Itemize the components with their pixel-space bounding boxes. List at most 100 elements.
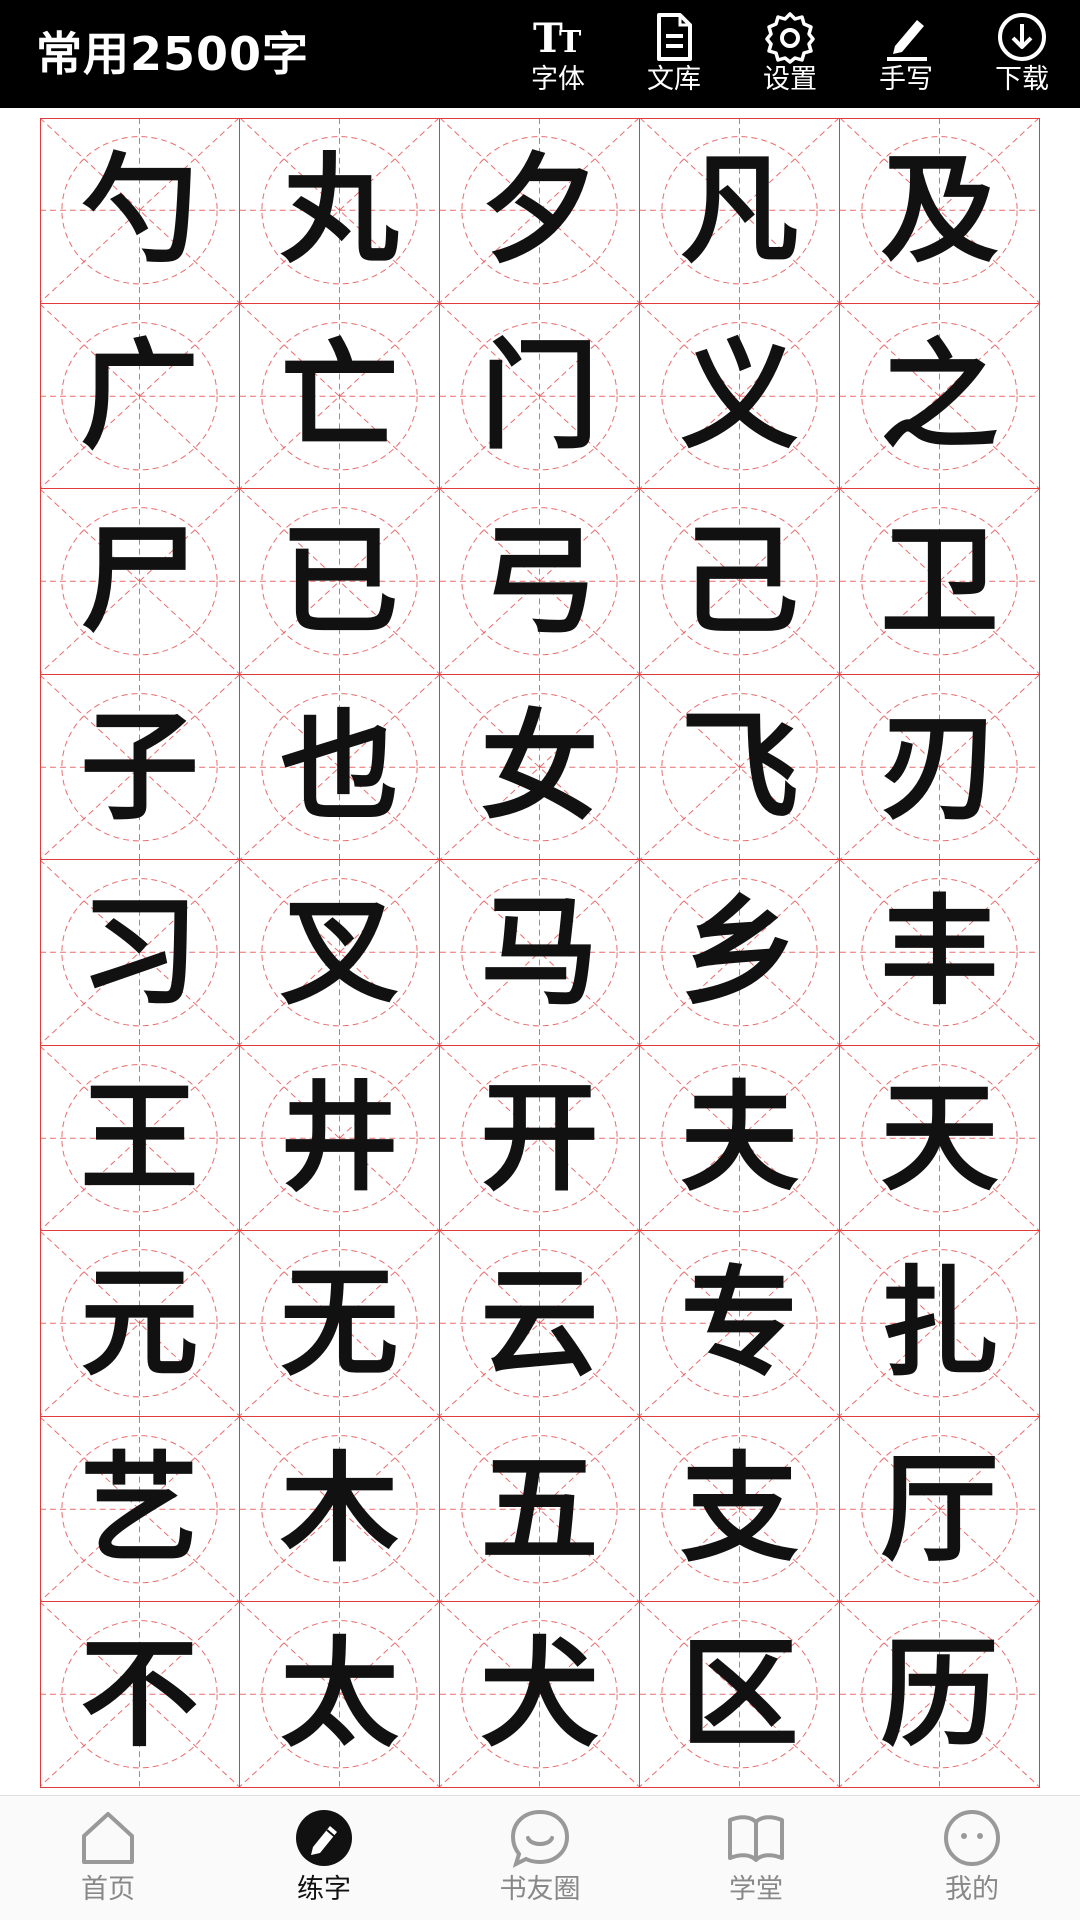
nav-home[interactable]: 首页 xyxy=(0,1796,216,1920)
practice-cell[interactable]: 厅 xyxy=(840,1416,1040,1602)
practice-grid: 勺丸夕凡及广亡门义之尸已弓己卫子也女飞刃习叉马乡丰王井开夫天元无云专扎艺木五支厅… xyxy=(40,118,1040,1788)
nav-friends[interactable]: 书友圈 xyxy=(432,1796,648,1920)
practice-character: 乡 xyxy=(680,882,799,1022)
practice-cell[interactable]: 之 xyxy=(840,303,1040,489)
practice-character: 已 xyxy=(280,511,399,651)
page-title: 常用2500字 xyxy=(36,27,310,81)
nav-school[interactable]: 学堂 xyxy=(648,1796,864,1920)
practice-character: 不 xyxy=(80,1624,199,1764)
practice-character: 丰 xyxy=(880,882,999,1022)
practice-cell[interactable]: 五 xyxy=(440,1416,640,1602)
bottom-navigation: 首页 练字 书友圈 学堂 我的 xyxy=(0,1795,1080,1920)
practice-character: 己 xyxy=(680,511,799,651)
practice-cell[interactable]: 尸 xyxy=(40,489,240,675)
practice-character: 飞 xyxy=(680,696,799,836)
nav-practice[interactable]: 练字 xyxy=(216,1796,432,1920)
practice-cell[interactable]: 凡 xyxy=(640,118,840,304)
svg-text:T: T xyxy=(559,25,582,60)
practice-character: 井 xyxy=(280,1067,399,1207)
practice-cell[interactable]: 区 xyxy=(640,1602,840,1788)
practice-character: 云 xyxy=(480,1253,599,1393)
practice-cell[interactable]: 无 xyxy=(240,1231,440,1417)
practice-cell[interactable]: 云 xyxy=(440,1231,640,1417)
pen-icon xyxy=(879,10,933,64)
gear-icon xyxy=(763,10,817,64)
practice-cell[interactable]: 已 xyxy=(240,489,440,675)
download-button[interactable]: 下载 xyxy=(964,0,1080,108)
nav-profile[interactable]: 我的 xyxy=(864,1796,1080,1920)
practice-cell[interactable]: 元 xyxy=(40,1231,240,1417)
top-bar: 常用2500字 T T 字体 文库 设置 手写 下载 xyxy=(0,0,1080,108)
practice-cell[interactable]: 夫 xyxy=(640,1045,840,1231)
practice-character: 尸 xyxy=(80,511,199,651)
practice-character: 凡 xyxy=(680,140,799,280)
practice-cell[interactable]: 丰 xyxy=(840,860,1040,1046)
practice-cell[interactable]: 子 xyxy=(40,674,240,860)
practice-cell[interactable]: 亡 xyxy=(240,303,440,489)
practice-character: 勺 xyxy=(80,140,199,280)
practice-character: 天 xyxy=(880,1067,999,1207)
practice-cell[interactable]: 王 xyxy=(40,1045,240,1231)
practice-character: 犬 xyxy=(480,1624,599,1764)
nav-profile-label: 我的 xyxy=(945,1874,999,1905)
practice-cell[interactable]: 丸 xyxy=(240,118,440,304)
practice-cell[interactable]: 己 xyxy=(640,489,840,675)
settings-label: 设置 xyxy=(763,64,817,95)
practice-character: 弓 xyxy=(480,511,599,651)
library-label: 文库 xyxy=(647,64,701,95)
practice-character: 支 xyxy=(680,1438,799,1578)
practice-cell[interactable]: 乡 xyxy=(640,860,840,1046)
practice-cell[interactable]: 也 xyxy=(240,674,440,860)
practice-cell[interactable]: 艺 xyxy=(40,1416,240,1602)
practice-cell[interactable]: 广 xyxy=(40,303,240,489)
handwriting-button[interactable]: 手写 xyxy=(848,0,964,108)
practice-character: 王 xyxy=(80,1067,199,1207)
practice-cell[interactable]: 刃 xyxy=(840,674,1040,860)
practice-cell[interactable]: 及 xyxy=(840,118,1040,304)
practice-cell[interactable]: 卫 xyxy=(840,489,1040,675)
practice-cell[interactable]: 门 xyxy=(440,303,640,489)
practice-cell[interactable]: 义 xyxy=(640,303,840,489)
practice-cell[interactable]: 开 xyxy=(440,1045,640,1231)
practice-cell[interactable]: 太 xyxy=(240,1602,440,1788)
font-button[interactable]: T T 字体 xyxy=(500,0,616,108)
practice-character: 叉 xyxy=(280,882,399,1022)
book-icon xyxy=(724,1806,788,1870)
practice-character: 亡 xyxy=(280,325,399,465)
app-screen: 常用2500字 T T 字体 文库 设置 手写 下载 勺 丸 夕 凡 及 广 亡… xyxy=(0,0,1080,1920)
practice-cell[interactable]: 专 xyxy=(640,1231,840,1417)
practice-character: 丸 xyxy=(280,140,399,280)
practice-cell[interactable]: 马 xyxy=(440,860,640,1046)
practice-cell[interactable]: 木 xyxy=(240,1416,440,1602)
practice-character: 无 xyxy=(280,1253,399,1393)
practice-cell[interactable]: 习 xyxy=(40,860,240,1046)
practice-cell[interactable]: 历 xyxy=(840,1602,1040,1788)
character-grid: 勺丸夕凡及广亡门义之尸已弓己卫子也女飞刃习叉马乡丰王井开夫天元无云专扎艺木五支厅… xyxy=(40,118,1040,1788)
practice-cell[interactable]: 叉 xyxy=(240,860,440,1046)
practice-character: 之 xyxy=(880,325,999,465)
practice-cell[interactable]: 不 xyxy=(40,1602,240,1788)
practice-cell[interactable]: 飞 xyxy=(640,674,840,860)
practice-character: 五 xyxy=(480,1438,599,1578)
practice-cell[interactable]: 支 xyxy=(640,1416,840,1602)
download-icon xyxy=(995,10,1049,64)
practice-cell[interactable]: 天 xyxy=(840,1045,1040,1231)
practice-cell[interactable]: 犬 xyxy=(440,1602,640,1788)
settings-button[interactable]: 设置 xyxy=(732,0,848,108)
nav-school-label: 学堂 xyxy=(729,1874,783,1905)
practice-character: 也 xyxy=(280,696,399,836)
profile-face-icon xyxy=(940,1806,1004,1870)
toolbar: T T 字体 文库 设置 手写 下载 xyxy=(500,0,1080,108)
practice-cell[interactable]: 井 xyxy=(240,1045,440,1231)
practice-cell[interactable]: 女 xyxy=(440,674,640,860)
practice-character: 夫 xyxy=(680,1067,799,1207)
practice-character: 元 xyxy=(80,1253,199,1393)
font-size-icon: T T xyxy=(531,10,585,64)
nav-friends-label: 书友圈 xyxy=(499,1874,581,1905)
practice-cell[interactable]: 夕 xyxy=(440,118,640,304)
library-button[interactable]: 文库 xyxy=(616,0,732,108)
practice-cell[interactable]: 勺 xyxy=(40,118,240,304)
practice-cell[interactable]: 弓 xyxy=(440,489,640,675)
practice-cell[interactable]: 扎 xyxy=(840,1231,1040,1417)
practice-character: 子 xyxy=(80,696,199,836)
